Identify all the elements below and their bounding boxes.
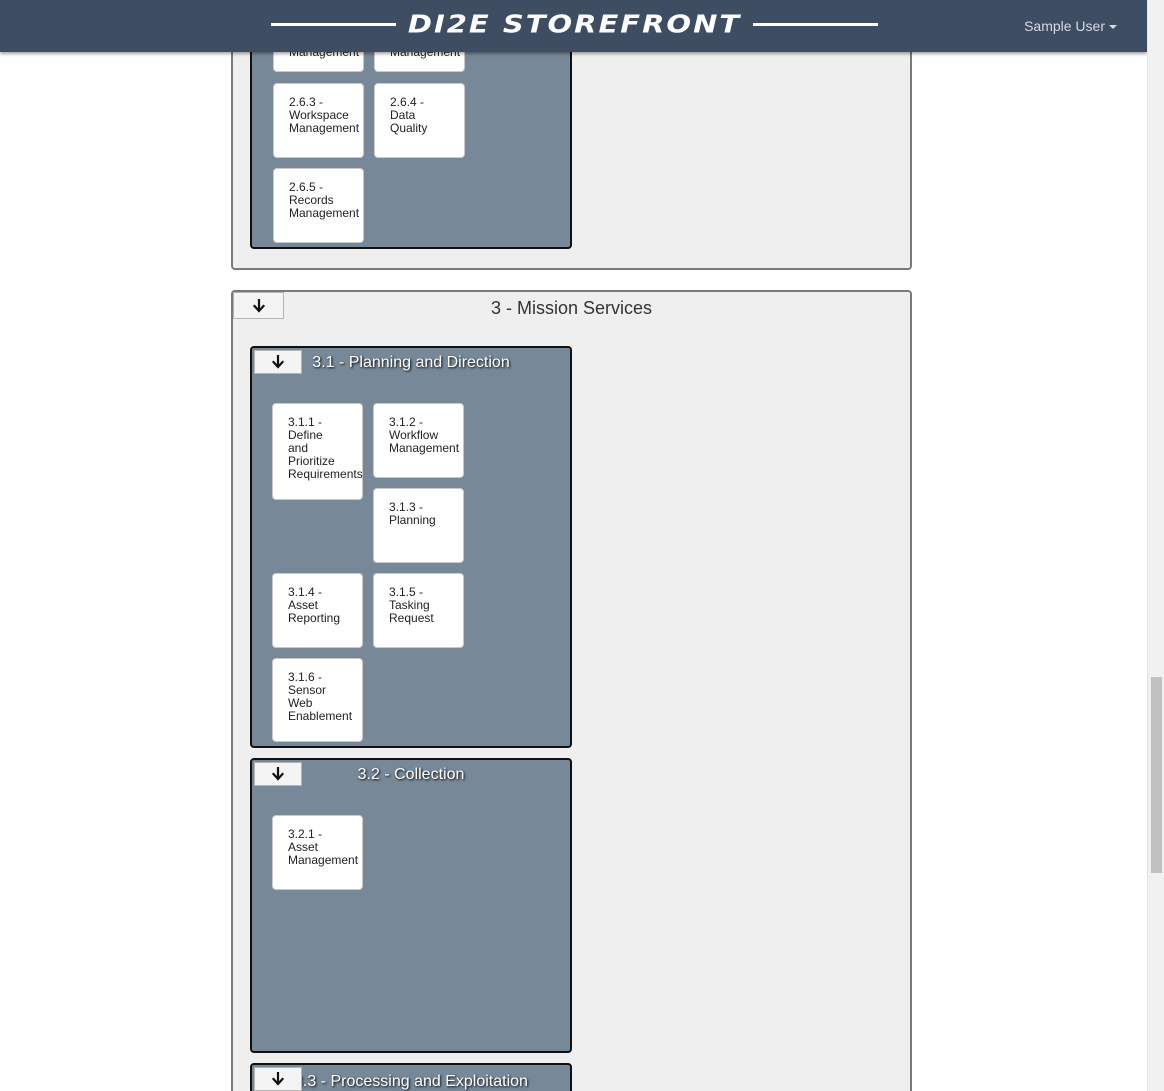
arrow-down-icon: [272, 1072, 284, 1086]
tile-label: 3.1.6 - Sensor Web Enablement: [288, 670, 353, 723]
tile-3-1-1[interactable]: 3.1.1 - Define and Prioritize Requiremen…: [272, 403, 363, 500]
tile-3-2-1[interactable]: 3.2.1 - Asset Management: [272, 815, 363, 890]
brand-logo[interactable]: DI2E STOREFRONT: [271, 6, 879, 42]
group-toggle-button[interactable]: [254, 1067, 302, 1091]
tile-label: 3.1.5 - Tasking Request: [389, 585, 434, 625]
caret-down-icon: [1109, 25, 1117, 30]
tile-3-1-2[interactable]: 3.1.2 - Workflow Management: [373, 403, 464, 478]
tile-label: 2.6.3 - Workspace Management: [289, 95, 360, 135]
brand-title: DI2E STOREFRONT: [407, 9, 742, 39]
brand-line-right: [753, 22, 879, 26]
tile-3-1-6[interactable]: 3.1.6 - Sensor Web Enablement: [272, 658, 363, 742]
scrollbar-thumb[interactable]: [1151, 677, 1162, 873]
tile-label: 3.1.2 - Workflow Management: [389, 415, 460, 455]
group-panel-3-3: 3.3 - Processing and Exploitation: [250, 1063, 572, 1091]
tile-3-1-5[interactable]: 3.1.5 - Tasking Request: [373, 573, 464, 648]
page-viewport: Management Management 2.6.3 - Workspace …: [0, 0, 1147, 1091]
user-menu-dropdown[interactable]: Sample User: [1024, 18, 1117, 34]
tile-2-6-5[interactable]: 2.6.5 - Records Management: [273, 168, 364, 243]
category-panel-2: Management Management 2.6.3 - Workspace …: [231, 20, 912, 270]
tile-label: 3.2.1 - Asset Management: [288, 827, 359, 867]
tile-3-1-3[interactable]: 3.1.3 - Planning: [373, 488, 464, 563]
tile-label: 3.1.3 - Planning: [389, 500, 436, 527]
tile-3-1-4[interactable]: 3.1.4 - Asset Reporting: [272, 573, 363, 648]
tile-label: 3.1.4 - Asset Reporting: [288, 585, 341, 625]
tile-label: 3.1.1 - Define and Prioritize Requiremen…: [288, 415, 363, 481]
group-panel-2-6: Management Management 2.6.3 - Workspace …: [250, 22, 572, 249]
tile-label: 2.6.5 - Records Management: [289, 180, 360, 220]
brand-line-left: [271, 22, 396, 26]
group-title: 3.2 - Collection: [357, 766, 465, 783]
top-navbar: DI2E STOREFRONT Sample User: [0, 0, 1147, 52]
category-title: 3 - Mission Services: [490, 298, 653, 318]
group-panel-3-2: 3.2 - Collection 3.2.1 - Asset Managemen…: [250, 758, 572, 1053]
vertical-scrollbar[interactable]: [1147, 0, 1164, 1091]
group-title: 3.1 - Planning and Direction: [312, 354, 510, 371]
tile-label: 2.6.4 - Data Quality: [390, 95, 428, 135]
tile-2-6-4[interactable]: 2.6.4 - Data Quality: [374, 83, 465, 158]
user-name: Sample User: [1024, 18, 1105, 34]
group-panel-3-1: 3.1 - Planning and Direction 3.1.1 - Def…: [250, 346, 572, 748]
tile-2-6-3[interactable]: 2.6.3 - Workspace Management: [273, 83, 364, 158]
